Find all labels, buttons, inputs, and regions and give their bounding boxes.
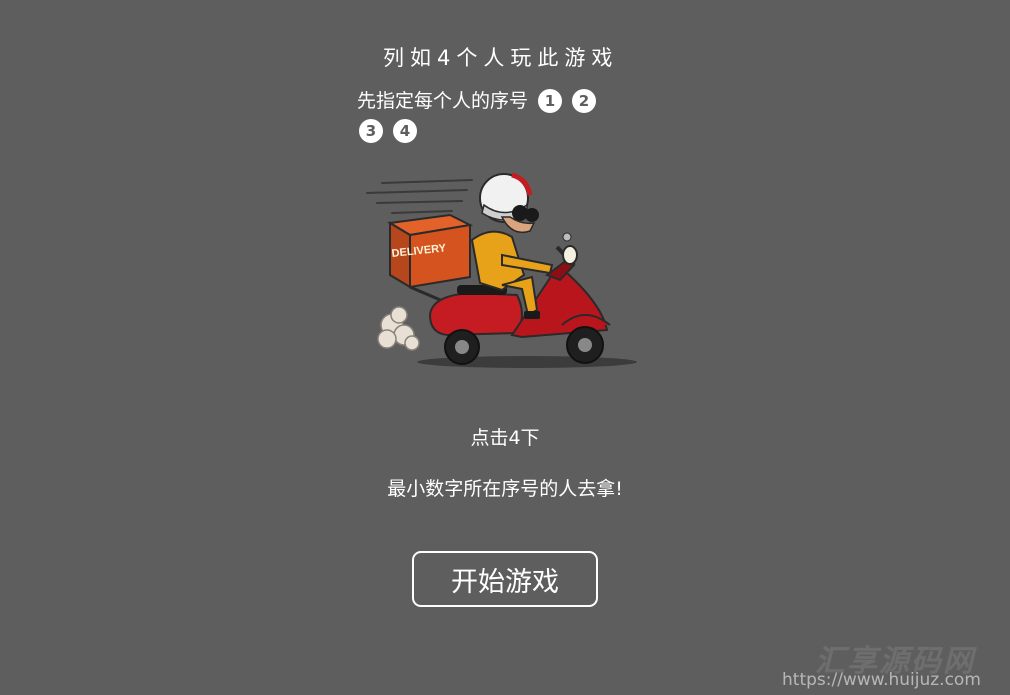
assignment-text: 先指定每个人的序号: [357, 90, 529, 112]
delivery-scooter-illustration: DELIVERY: [366, 172, 637, 368]
player-assignment: 先指定每个人的序号 1 2 3 4: [357, 86, 637, 146]
assignment-line-2: 3 4: [357, 116, 637, 146]
rule-instruction: 最小数字所在序号的人去拿!: [387, 478, 623, 500]
handlebar: [555, 232, 578, 267]
player-number-badge-4: 4: [393, 119, 417, 143]
start-game-button[interactable]: 开始游戏: [412, 551, 598, 607]
watermark-url: https://www.huijuz.com: [782, 670, 981, 690]
delivery-box: DELIVERY: [387, 213, 474, 289]
player-number-badge-3: 3: [359, 119, 383, 143]
player-number-badge-1: 1: [538, 89, 563, 113]
tap-instruction: 点击4下: [470, 427, 540, 449]
assignment-line-1: 先指定每个人的序号 1 2: [357, 86, 637, 116]
exhaust-smoke: [377, 306, 420, 351]
speed-lines: [366, 179, 473, 214]
player-number-badge-2: 2: [572, 89, 597, 113]
game-page: 列如4个人玩此游戏 先指定每个人的序号 1 2 3 4 DELIVERY 点击4…: [0, 0, 1010, 695]
intro-heading: 列如4个人玩此游戏: [383, 46, 619, 70]
